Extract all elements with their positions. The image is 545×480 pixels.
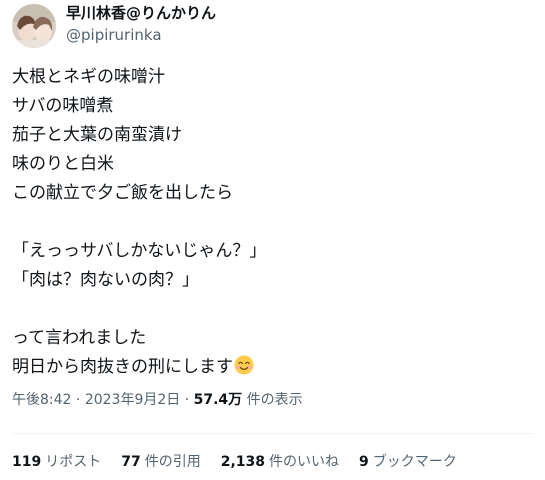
avatar-image xyxy=(12,4,56,48)
meta-separator: · xyxy=(75,392,81,408)
tweet-date[interactable]: 2023年9月2日 xyxy=(85,392,180,408)
meta-separator: · xyxy=(184,392,190,408)
tweet-time[interactable]: 午後8:42 xyxy=(12,392,71,408)
bookmark-count: 9 xyxy=(359,454,369,470)
smiling-face-icon xyxy=(234,355,254,375)
quote-stat[interactable]: 77 件の引用 xyxy=(121,452,200,472)
like-count: 2,138 xyxy=(220,454,266,470)
quote-label: 件の引用 xyxy=(144,454,201,470)
tweet-line: 「肉は？肉ないの肉？」 xyxy=(12,270,199,290)
display-name[interactable]: 早川林香@りんかりん xyxy=(66,3,216,23)
tweet-line-text: 明日から肉抜きの刑にします xyxy=(12,357,233,377)
repost-label: リポスト xyxy=(45,454,102,470)
repost-count: 119 xyxy=(12,454,42,470)
divider xyxy=(12,433,533,434)
engagement-stats: 119 リポスト 77 件の引用 2,138 件のいいね 9 ブックマーク xyxy=(12,452,477,472)
bookmark-label: ブックマーク xyxy=(372,454,457,470)
repost-stat[interactable]: 119 リポスト xyxy=(12,452,101,472)
user-names: 早川林香@りんかりん @pipirurinka xyxy=(66,3,216,45)
bookmark-stat[interactable]: 9 ブックマーク xyxy=(359,452,457,472)
tweet-line: この献立で夕ご飯を出したら xyxy=(12,183,233,203)
view-count: 57.4万 xyxy=(193,392,243,408)
avatar[interactable] xyxy=(12,4,56,48)
tweet-line-last: 明日から肉抜きの刑にします xyxy=(12,353,532,382)
tweet-line: サバの味噌煮 xyxy=(12,96,114,116)
tweet-line: 大根とネギの味噌汁 xyxy=(12,67,165,87)
view-label: 件の表示 xyxy=(246,392,303,408)
tweet-text: 大根とネギの味噌汁 サバの味噌煮 茄子と大葉の南蛮漬け 味のりと白米 この献立で… xyxy=(12,63,532,382)
tweet-line: 茄子と大葉の南蛮漬け xyxy=(12,125,182,145)
tweet-line: って言われました xyxy=(12,328,147,348)
user-handle[interactable]: @pipirurinka xyxy=(66,25,216,45)
tweet-header: 早川林香@りんかりん @pipirurinka xyxy=(12,4,216,48)
quote-count: 77 xyxy=(121,454,141,470)
tweet-line: 「えっっサバしかないじゃん？」 xyxy=(12,241,267,261)
tweet-detail: 早川林香@りんかりん @pipirurinka 大根とネギの味噌汁 サバの味噌煮… xyxy=(0,0,545,480)
tweet-meta: 午後8:42 · 2023年9月2日 · 57.4万 件の表示 xyxy=(12,390,303,410)
tweet-line: 味のりと白米 xyxy=(12,154,114,174)
like-stat[interactable]: 2,138 件のいいね xyxy=(221,452,339,472)
like-label: 件のいいね xyxy=(269,454,340,470)
